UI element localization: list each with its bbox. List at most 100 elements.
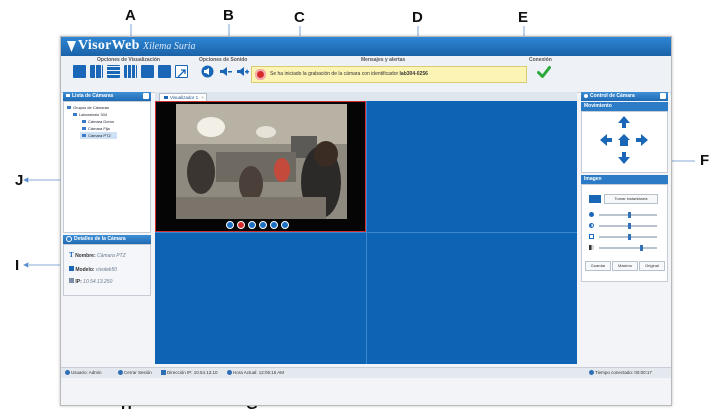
saturation-slider[interactable] <box>599 234 657 240</box>
app-brand: VisorWeb <box>78 38 140 53</box>
camera-list-title: Lista de Cámaras <box>72 93 114 99</box>
movement-label: Movimiento <box>584 103 612 109</box>
sharpness-slider[interactable] <box>599 245 657 251</box>
close-icon[interactable]: × <box>201 95 204 100</box>
tree-item-camera-fija[interactable]: Cámara Fija <box>82 126 110 131</box>
contrast-slider[interactable] <box>599 223 657 229</box>
camera-list-header: Lista de Cámaras <box>63 92 151 101</box>
layout-1x1-button[interactable] <box>73 65 86 78</box>
layout-3x3-button[interactable] <box>124 65 137 78</box>
movement-header: Movimiento <box>581 102 668 111</box>
tree-item-label: Laboratorio 304 <box>79 112 108 117</box>
grid-divider-horizontal <box>155 232 577 233</box>
search-icon <box>66 235 72 242</box>
camera-details-panel: T Nombre: Cámara PTZ Modelo: vivotek50 I… <box>63 244 151 296</box>
brightness-icon <box>589 212 594 217</box>
layout-1plus3-button[interactable] <box>107 65 120 78</box>
camera-details-header: Detalles de la Cámara <box>63 235 151 244</box>
camera-list-panel: Grupos de Cámaras Laboratorio 304 Cámara… <box>63 101 151 233</box>
maximum-button[interactable]: Máximo <box>612 261 638 271</box>
power-icon <box>118 370 123 376</box>
connection-label: Conexión <box>529 57 552 63</box>
layout-wide-button[interactable] <box>141 65 154 78</box>
clock-icon <box>227 370 232 376</box>
tree-item-label: Cámara PTZ <box>88 133 111 138</box>
arrow-right-icon[interactable] <box>635 133 649 147</box>
power-icon[interactable] <box>281 221 289 229</box>
fullscreen-button[interactable] <box>175 65 188 78</box>
camera-name-value: Cámara PTZ <box>97 253 126 259</box>
camera-icon <box>82 120 86 124</box>
tab-label: Visualizador 1 <box>170 95 199 100</box>
tab-visualizador-1[interactable]: Visualizador 1 × <box>159 93 207 101</box>
speaker-icon[interactable] <box>259 221 267 229</box>
layout-2x2-button[interactable] <box>90 65 103 78</box>
tree-item-label: Grupos de Cámaras <box>73 105 110 110</box>
microphone-icon[interactable] <box>248 221 256 229</box>
app-subtitle: Xilema Suria <box>143 41 196 52</box>
text-icon: T <box>69 251 74 259</box>
camera-control-title: Control de Cámara <box>590 93 635 99</box>
slider-knob[interactable] <box>628 212 631 218</box>
model-icon <box>69 266 74 271</box>
snapshot-toggle-icon[interactable] <box>589 195 601 203</box>
status-ip: Dirección IP: 10.54.13.10 <box>161 368 218 378</box>
status-connected: Tiempo conectado: 00:00:17 <box>589 368 652 378</box>
folder-icon <box>73 113 77 117</box>
settings-icon[interactable] <box>226 221 234 229</box>
stop-record-icon[interactable] <box>237 221 245 229</box>
take-snapshot-button[interactable]: Tomar instantánea <box>604 194 658 204</box>
title-bar: VisorWeb Xilema Suria <box>61 37 671 56</box>
camera-name-label: Nombre: <box>75 253 96 259</box>
camera-details-title: Detalles de la Cámara <box>74 236 126 242</box>
camera-feed-ptz[interactable] <box>155 101 366 232</box>
camera-control-header: Control de Cámara <box>581 92 668 101</box>
save-button[interactable]: Guardar <box>585 261 611 271</box>
snapshot-icon[interactable] <box>270 221 278 229</box>
sharpness-icon <box>589 245 594 250</box>
visorweb-logo-icon <box>67 41 76 52</box>
user-icon <box>65 370 70 376</box>
folder-icon <box>67 106 71 110</box>
arrow-up-icon[interactable] <box>617 115 631 129</box>
slider-knob[interactable] <box>628 234 631 240</box>
tree-item-camera-domo[interactable]: Cámara Domo <box>82 119 114 124</box>
status-bar: Usuario: Admin Cerrar Sesión Dirección I… <box>61 367 671 378</box>
arrow-down-icon[interactable] <box>617 151 631 165</box>
expand-icon <box>177 69 186 78</box>
image-header: Imagen <box>581 175 668 184</box>
slider-knob[interactable] <box>639 245 643 251</box>
arrow-left-icon[interactable] <box>599 133 613 147</box>
main-toolbar: Opciones de Visualización Opciones de So… <box>61 56 671 93</box>
status-time-text: Hora Actual: 12:05:16 AM <box>233 370 285 375</box>
slider-knob[interactable] <box>628 223 631 229</box>
original-button[interactable]: Original <box>639 261 665 271</box>
camera-model-value: vivotek50 <box>95 267 118 273</box>
network-icon <box>69 278 74 283</box>
camera-model-label: Modelo: <box>75 267 95 273</box>
image-label: Imagen <box>584 176 602 182</box>
volume-down-icon[interactable] <box>219 65 233 78</box>
camera-ip-label: IP: <box>75 279 82 285</box>
sound-options-label: Opciones de Sonido <box>199 57 248 63</box>
layout-custom-button[interactable] <box>158 65 171 78</box>
alert-camera-id: lab304-0256 <box>399 71 428 77</box>
tree-item-camera-ptz[interactable]: Cámara PTZ <box>80 132 117 139</box>
volume-up-icon[interactable] <box>236 65 250 78</box>
tree-item-lab304[interactable]: Laboratorio 304 <box>73 112 107 117</box>
messages-label: Mensajes y alertas <box>361 57 406 63</box>
mute-icon[interactable] <box>201 65 214 78</box>
tree-item-groups[interactable]: Grupos de Cámaras <box>67 105 109 110</box>
collapse-icon[interactable] <box>660 93 666 99</box>
contrast-icon <box>589 223 594 228</box>
status-user-text: Usuario: Admin <box>71 370 102 375</box>
movement-panel <box>581 111 668 173</box>
logout-link[interactable]: Cerrar Sesión <box>118 368 152 378</box>
home-icon[interactable] <box>617 133 631 147</box>
connection-ok-icon <box>537 66 551 78</box>
brightness-slider[interactable] <box>599 212 657 218</box>
video-grid <box>155 101 577 364</box>
collapse-icon[interactable] <box>143 93 149 99</box>
monitor-icon <box>164 96 168 100</box>
alert-message-box: Se ha iniciado la grabación de la cámara… <box>251 66 527 83</box>
